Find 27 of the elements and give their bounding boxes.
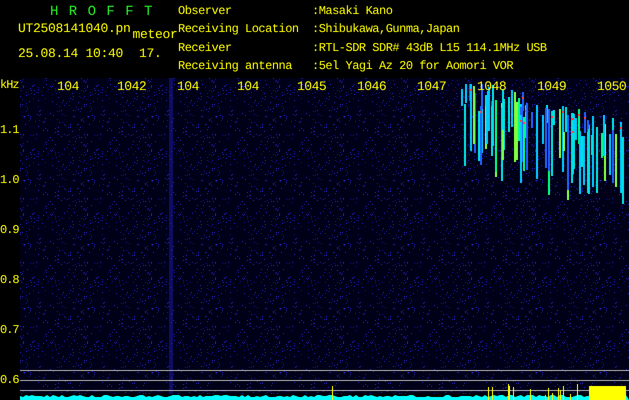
- axis-label: 1.0: [0, 173, 19, 187]
- time-label: 104: [237, 80, 259, 94]
- info-label: Receiving antenna: [178, 60, 293, 75]
- info-value: :RTL-SDR SDR# 43dB L15 114.1MHz USB: [312, 42, 547, 56]
- event-count: 17.: [139, 46, 162, 61]
- info-value: :Masaki Kano: [312, 5, 394, 20]
- time-label: 104: [177, 80, 199, 94]
- time-label: 1047: [417, 80, 446, 94]
- time-label: 1046: [357, 80, 386, 94]
- date-time: 25.08.14 10:40: [18, 46, 124, 61]
- event-tag: meteor: [132, 27, 178, 42]
- axis-label: 1.1: [0, 123, 19, 137]
- axis-label: 0.7: [0, 323, 19, 337]
- time-label: 1042: [117, 80, 146, 94]
- time-label: 1045: [297, 80, 326, 94]
- app-title: H R O F F T: [50, 3, 154, 21]
- info-value: :Shibukawa,Gunma,Japan: [312, 23, 460, 38]
- axis-label: 0.8: [0, 273, 19, 287]
- unit-label: kHz: [0, 78, 19, 92]
- info-label: Observer: [178, 5, 233, 20]
- time-label: 104: [57, 80, 79, 94]
- info-value: :5el Yagi Az 20 for Aomori VOR: [312, 60, 514, 75]
- info-label: Receiving Location: [178, 23, 300, 38]
- info-label: Receiver: [178, 42, 233, 56]
- file-name: UT2508141040.pn: [18, 21, 131, 36]
- axis-label: 0.9: [0, 223, 19, 237]
- axis-label: 0.6: [0, 373, 19, 387]
